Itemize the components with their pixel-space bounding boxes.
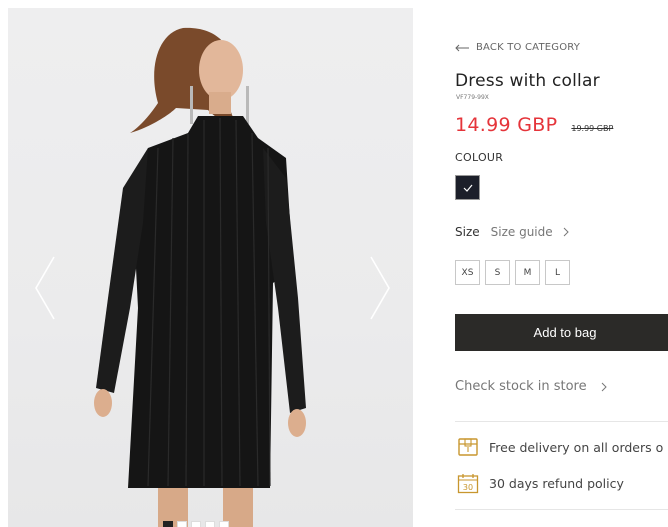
chevron-right-icon [601, 382, 607, 391]
current-price: 14.99 GBP [455, 114, 558, 136]
size-option-m[interactable]: M [515, 260, 540, 285]
back-to-category-link[interactable]: BACK TO CATEGORY [455, 42, 580, 53]
colour-swatch-selected[interactable] [455, 175, 480, 200]
free-delivery-text: Free delivery on all orders o [489, 439, 664, 455]
size-option-l[interactable]: L [545, 260, 570, 285]
check-stock-label: Check stock in store [455, 379, 587, 394]
product-title: Dress with collar [455, 71, 600, 91]
arrow-left-icon [455, 44, 469, 51]
gallery-dots [163, 521, 229, 527]
add-to-bag-button[interactable]: Add to bag [455, 314, 668, 351]
size-option-xs[interactable]: XS [455, 260, 480, 285]
colour-label: COLOUR [455, 151, 504, 164]
gallery-dot[interactable] [191, 521, 201, 527]
check-icon [463, 184, 472, 192]
gallery-dot[interactable] [163, 521, 173, 527]
refund-policy-info: 30 30 days refund policy [457, 473, 624, 494]
free-delivery-info: Free delivery on all orders o [457, 437, 663, 457]
calendar-number: 30 [463, 483, 473, 492]
check-stock-link[interactable]: Check stock in store [455, 379, 607, 394]
size-label: Size [455, 225, 480, 239]
previous-image-button[interactable] [32, 253, 62, 323]
chevron-right-icon [563, 227, 569, 237]
refund-policy-text: 30 days refund policy [489, 476, 624, 491]
product-details-panel: BACK TO CATEGORY Dress with collar VF779… [455, 0, 668, 527]
chevron-right-icon [370, 256, 390, 320]
divider [455, 421, 668, 422]
calendar-icon: 30 [457, 474, 479, 494]
size-guide-link[interactable]: Size guide [491, 225, 569, 239]
product-photo [94, 27, 306, 527]
product-image-gallery [8, 8, 413, 527]
size-row: Size Size guide [455, 225, 569, 239]
old-price: 19.99 GBP [571, 124, 614, 133]
size-option-s[interactable]: S [485, 260, 510, 285]
chevron-left-icon [35, 256, 55, 320]
price-row: 14.99 GBP 19.99 GBP [455, 114, 613, 136]
gallery-dot[interactable] [219, 521, 229, 527]
product-sku: VF779-99X [456, 94, 489, 101]
back-label: BACK TO CATEGORY [476, 42, 581, 53]
size-options: XS S M L [455, 260, 570, 285]
divider [455, 509, 668, 510]
size-guide-label: Size guide [490, 225, 553, 239]
gallery-dot[interactable] [177, 521, 187, 527]
next-image-button[interactable] [363, 253, 393, 323]
gallery-dot[interactable] [205, 521, 215, 527]
delivery-box-icon [458, 438, 478, 456]
